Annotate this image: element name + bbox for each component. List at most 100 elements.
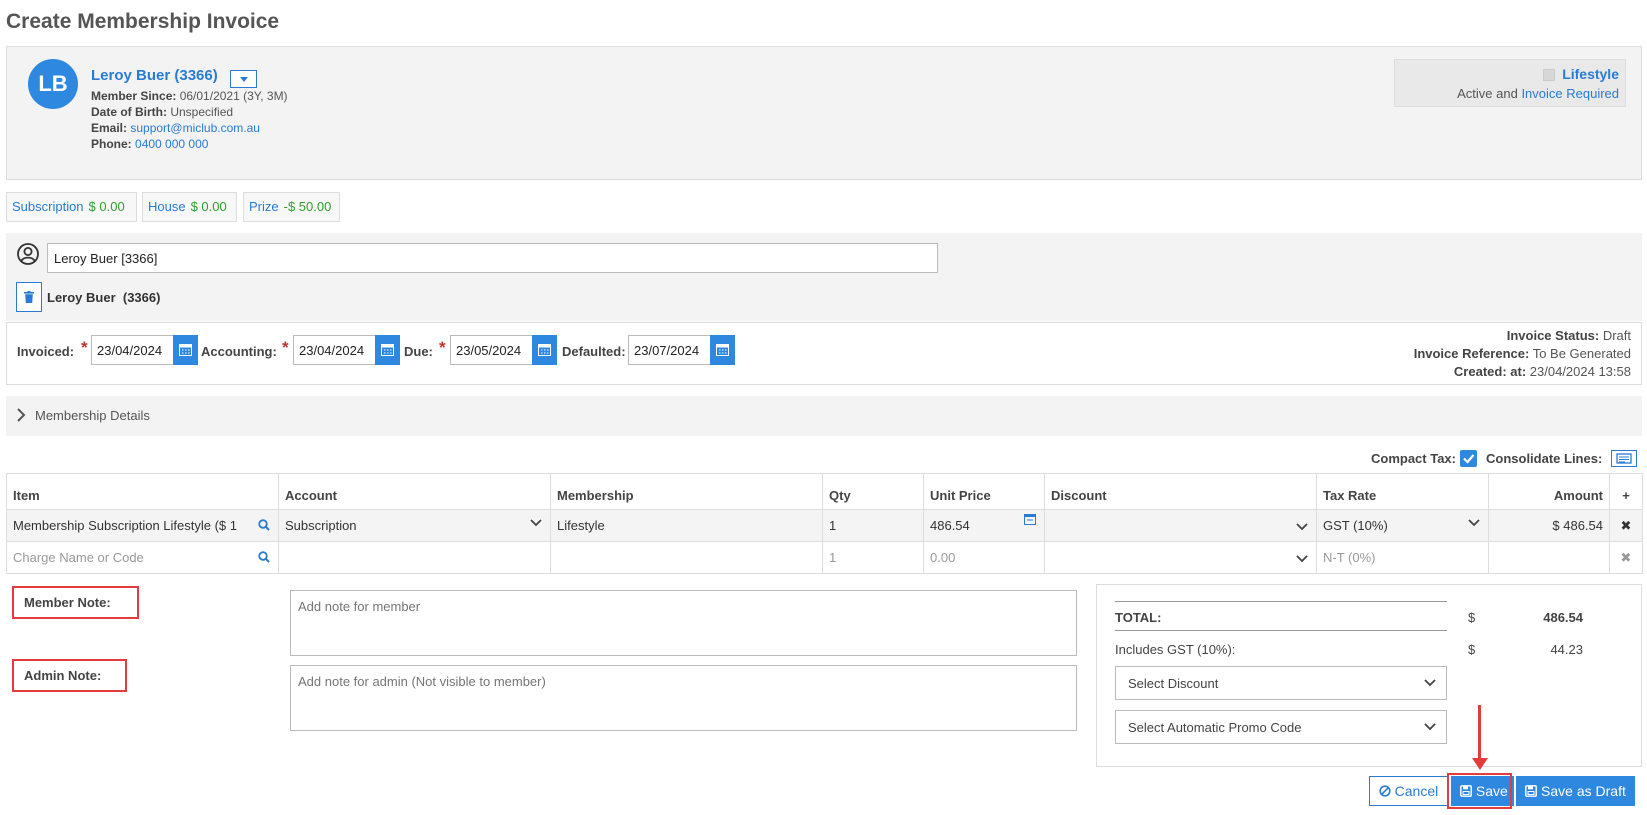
consolidate-lines-button[interactable] — [1611, 450, 1637, 467]
gst-value: 44.23 — [1550, 642, 1583, 657]
email-label: Email: — [91, 121, 128, 135]
table-row: Membership Subscription Lifestyle ($ 1 S… — [6, 509, 1643, 542]
checkmark-icon — [1463, 454, 1475, 464]
due-calendar-button[interactable] — [532, 335, 557, 365]
add-line-icon[interactable]: + — [1609, 473, 1643, 510]
email-link[interactable]: support@miclub.com.au — [130, 121, 260, 135]
totals-panel: TOTAL: $ 486.54 Includes GST (10%): $ 44… — [1096, 584, 1642, 767]
membership-status-prefix: Active and — [1457, 86, 1518, 101]
account-cell[interactable] — [278, 541, 551, 574]
discount-select[interactable] — [1044, 509, 1317, 542]
selected-member-name: Leroy Buer — [47, 290, 116, 305]
total-label: TOTAL: — [1115, 610, 1162, 625]
invoiced-calendar-button[interactable] — [173, 335, 198, 365]
floppy-disk-icon — [1525, 785, 1538, 797]
calendar-icon — [538, 344, 551, 356]
member-name-link[interactable]: Leroy Buer (3366) — [91, 67, 218, 84]
balance-label[interactable]: Subscription — [12, 199, 84, 214]
tax-rate-select[interactable]: N-T (0%) — [1316, 541, 1489, 574]
divider — [1115, 630, 1447, 631]
defaulted-date-input[interactable] — [628, 335, 712, 365]
admin-note-input[interactable] — [290, 665, 1077, 731]
compact-tax-label: Compact Tax: — [1371, 451, 1456, 466]
member-since: Member Since: 06/01/2021 (3Y, 3M) — [91, 89, 288, 103]
accounting-calendar-button[interactable] — [375, 335, 400, 365]
qty-field[interactable]: 1 — [822, 509, 924, 542]
chevron-down-icon — [1296, 555, 1308, 563]
column-header: Account — [278, 473, 551, 510]
membership-details-toggle[interactable]: Membership Details — [6, 396, 1642, 436]
member-note-input[interactable] — [290, 590, 1077, 656]
item-field[interactable]: Membership Subscription Lifestyle ($ 1 — [6, 509, 279, 542]
divider — [1115, 601, 1447, 602]
member-note-label: Member Note: — [12, 586, 139, 619]
unit-price-field[interactable]: 486.54 — [923, 509, 1045, 542]
calendar-icon[interactable] — [1024, 513, 1036, 525]
save-as-draft-button[interactable]: Save as Draft — [1516, 776, 1635, 806]
balance-house: House $ 0.00 — [142, 192, 237, 222]
promo-code-dropdown-value: Select Automatic Promo Code — [1128, 720, 1302, 735]
compact-tax-checkbox[interactable] — [1460, 450, 1477, 467]
qty-field[interactable]: 1 — [822, 541, 924, 574]
accounting-date-input[interactable] — [293, 335, 377, 365]
invoice-status-value: Draft — [1602, 328, 1631, 343]
balance-value: -$ 50.00 — [283, 199, 332, 214]
currency-symbol: $ — [1468, 610, 1476, 625]
selected-member: Leroy Buer (3366) — [47, 290, 160, 305]
member-dropdown-button[interactable] — [230, 70, 257, 88]
unit-price-field[interactable]: 0.00 — [923, 541, 1045, 574]
page-title: Create Membership Invoice — [6, 10, 280, 33]
invoiced-date-input[interactable] — [91, 335, 175, 365]
item-field[interactable]: Charge Name or Code — [6, 541, 279, 574]
discount-select[interactable] — [1044, 541, 1317, 574]
promo-code-dropdown[interactable]: Select Automatic Promo Code — [1115, 710, 1447, 744]
remove-line-icon[interactable]: ✖ — [1609, 509, 1643, 542]
selected-member-id: (3366) — [122, 290, 161, 305]
table-header-row: Item Account Membership Qty Unit Price D… — [6, 473, 1643, 510]
due-date-input[interactable] — [450, 335, 534, 365]
account-select[interactable]: Subscription — [278, 509, 551, 542]
invoice-created: Created: at: 23/04/2024 13:58 — [1454, 364, 1631, 379]
currency-symbol: $ — [1468, 642, 1476, 657]
balance-label[interactable]: House — [148, 199, 186, 214]
remove-line-icon[interactable]: ✖ — [1609, 541, 1643, 574]
remove-member-button[interactable] — [16, 282, 42, 312]
cancel-button[interactable]: Cancel — [1369, 776, 1448, 806]
save-highlight-box — [1447, 773, 1512, 809]
column-header: Discount — [1044, 473, 1317, 510]
member-since-label: Member Since: — [91, 89, 177, 103]
membership-name[interactable]: Lifestyle — [1562, 66, 1619, 82]
amount-cell — [1488, 541, 1610, 574]
user-circle-icon — [17, 243, 39, 265]
membership-badge: Lifestyle Active and Invoice Required — [1394, 59, 1626, 107]
invoice-reference-label: Invoice Reference: — [1413, 346, 1530, 361]
avatar: LB — [28, 59, 78, 109]
list-icon — [1616, 453, 1632, 464]
search-icon[interactable] — [258, 519, 270, 531]
membership-checkbox[interactable] — [1543, 69, 1555, 81]
invoice-required-link[interactable]: Invoice Required — [1521, 86, 1619, 101]
cancel-label: Cancel — [1394, 783, 1439, 799]
save-as-draft-label: Save as Draft — [1541, 783, 1626, 799]
calendar-icon — [381, 344, 394, 356]
membership-cell: Lifestyle — [550, 509, 823, 542]
membership-status: Active and Invoice Required — [1457, 86, 1619, 101]
column-header: Qty — [822, 473, 924, 510]
gst-label: Includes GST (10%): — [1115, 642, 1236, 657]
dates-panel: Invoiced: * Accounting: * Due: * Default… — [6, 322, 1642, 385]
unit-price-value: 486.54 — [930, 518, 970, 533]
tax-rate-select[interactable]: GST (10%) — [1316, 509, 1489, 542]
defaulted-calendar-button[interactable] — [710, 335, 735, 365]
phone-link[interactable]: 0400 000 000 — [135, 137, 208, 151]
balance-value: $ 0.00 — [88, 199, 125, 214]
search-icon[interactable] — [258, 551, 270, 563]
discount-dropdown-value: Select Discount — [1128, 676, 1219, 691]
phone-label: Phone: — [91, 137, 132, 151]
due-label: Due: — [404, 344, 433, 359]
balance-label[interactable]: Prize — [249, 199, 279, 214]
member-search-input[interactable] — [47, 243, 938, 273]
amount-cell: $ 486.54 — [1488, 509, 1610, 542]
discount-dropdown[interactable]: Select Discount — [1115, 666, 1447, 700]
invoiced-label: Invoiced: — [17, 344, 75, 359]
chevron-down-icon — [530, 519, 542, 527]
